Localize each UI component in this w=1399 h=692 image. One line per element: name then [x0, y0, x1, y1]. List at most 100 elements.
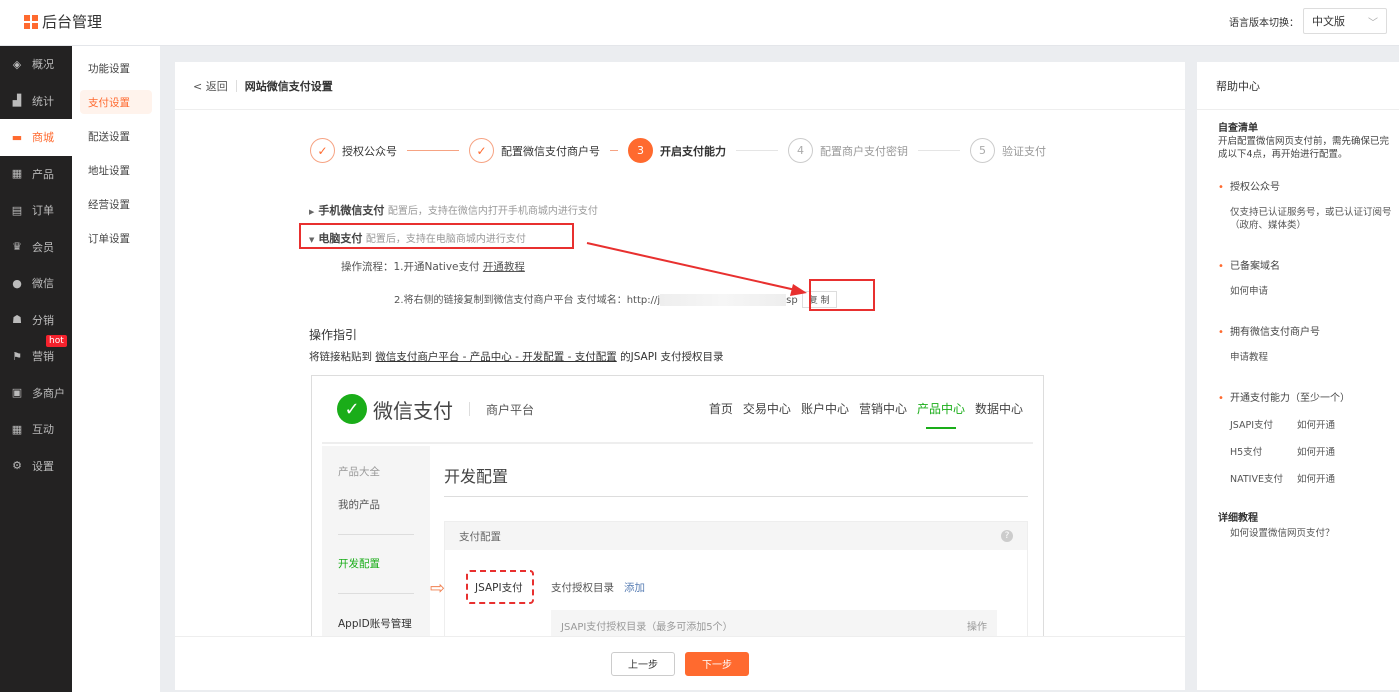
next-step-button[interactable]: 下一步	[685, 651, 749, 676]
guide-prefix: 将链接粘贴到	[309, 351, 372, 363]
tutorial-title: 详细教程	[1218, 513, 1258, 524]
wx-table-col: 操作	[967, 621, 987, 633]
wx-page-title: 开发配置	[444, 467, 509, 486]
sidebar-item-label: 订单	[32, 204, 54, 218]
wx-nav-item: 营销中心	[858, 401, 907, 416]
check-item: 开通支付能力（至少一个）	[1218, 392, 1399, 405]
language-select[interactable]: 中文版 ﹀	[1303, 8, 1387, 34]
chart-icon: ▟	[12, 94, 22, 108]
wx-left-item: 开发配置	[338, 558, 380, 570]
prev-step-button[interactable]: 上一步	[611, 651, 675, 676]
sidebar-item[interactable]: ▤ 订单	[0, 192, 72, 229]
layers-icon: ◈	[12, 57, 22, 71]
wx-nav-item: 交易中心	[742, 401, 791, 416]
sidebar-item[interactable]: ◈ 概况	[0, 46, 72, 83]
wx-nav: 首页 交易中心 账户中心 营销中心 产品中心 数据中心	[708, 400, 1023, 429]
check-item: 授权公众号	[1218, 181, 1399, 194]
sidebar-item-label: 概况	[32, 58, 54, 72]
divider	[469, 402, 470, 416]
logo-icon	[24, 14, 38, 29]
help-icon: ?	[1001, 530, 1013, 542]
crown-icon: ♛	[12, 240, 22, 254]
arrow-right-icon: ⇨	[430, 578, 446, 599]
sidebar-item-label: 互动	[32, 423, 54, 437]
sidebar-item[interactable]: ♛ 会员	[0, 229, 72, 266]
app-logo[interactable]: 后台管理	[24, 11, 102, 32]
pay-method-name: H5支付	[1230, 447, 1263, 458]
help-center: 帮助中心 自查清单 开启配置微信网页支付前，需先确保已完成以下4点，再开始进行配…	[1197, 62, 1399, 690]
apply-tutorial-link[interactable]: 申请教程	[1218, 351, 1399, 364]
how-to-enable-link[interactable]: 如何开通	[1297, 473, 1335, 486]
pay-method-row: JSAPI支付 如何开通	[1218, 419, 1399, 432]
wx-table-col: JSAPI支付授权目录（最多可添加5个）	[561, 621, 733, 633]
wx-table-head: JSAPI支付授权目录（最多可添加5个） 操作	[551, 610, 997, 636]
how-to-enable-link[interactable]: 如何开通	[1297, 446, 1335, 459]
wx-jsapi-label: JSAPI支付	[475, 582, 523, 594]
language-switcher: 语言版本切换： 中文版 ﹀	[1229, 8, 1387, 34]
subnav-item[interactable]: 订单设置	[80, 226, 152, 250]
subnav-item[interactable]: 配送设置	[80, 124, 152, 148]
guide-link[interactable]: 微信支付商户平台 - 产品中心 - 开发配置 - 支付配置	[375, 351, 616, 363]
pay-method-name: JSAPI支付	[1230, 420, 1274, 431]
subnav-item[interactable]: 支付设置	[80, 90, 152, 114]
guide-title: 操作指引	[309, 328, 358, 342]
sidebar-item-label: 统计	[32, 94, 54, 108]
subnav-item[interactable]: 地址设置	[80, 158, 152, 182]
tutorial-link[interactable]: 如何设置微信网页支付？	[1218, 527, 1399, 540]
subnav-item[interactable]: 功能设置	[80, 56, 152, 80]
wx-nav-item: 数据中心	[974, 401, 1023, 416]
apps-icon: ▦	[11, 422, 23, 436]
subnav-item[interactable]: 经营设置	[80, 192, 152, 216]
wx-panel-head: 支付配置?	[445, 522, 1027, 550]
wx-nav-item: 首页	[708, 401, 733, 416]
sidebar-item-label: 会员	[32, 240, 54, 254]
sidebar-item[interactable]: ⚙ 设置	[0, 448, 72, 485]
user-icon: ☗	[12, 313, 22, 327]
sidebar-item-label: 微信	[32, 277, 54, 291]
wx-add-link: 添加	[624, 582, 646, 594]
pay-method-name: NATIVE支付	[1230, 474, 1283, 485]
wx-pay-config-panel: 支付配置? JSAPI支付 支付授权目录 添加 JSAPI支付授权目录（最多可添…	[444, 521, 1028, 636]
language-label: 语言版本切换：	[1229, 17, 1299, 29]
wx-sub: 商户平台	[486, 402, 535, 417]
checklist-title: 自查清单	[1218, 123, 1258, 134]
sidebar-item[interactable]: ▣ 多商户	[0, 375, 72, 412]
pay-method-row: NATIVE支付 如何开通	[1218, 473, 1399, 486]
gear-icon: ⚙	[12, 459, 22, 473]
main-sidebar: ◈ 概况 ▟ 统计 ▬ 商城 ▦ 产品 ▤ 订单 ♛ 会员 ● 微信 ☗ 分销 ⚑ 营销 hot ▣ 多商户 ▦ 互动 ⚙ 设置	[0, 46, 72, 692]
hot-badge: hot	[46, 335, 67, 347]
check-item: 拥有微信支付商户号	[1218, 326, 1399, 339]
wechat-pay-logo-icon: ✓	[337, 394, 367, 424]
main-card: < 返回 网站微信支付设置 ✓ 授权公众号 ✓ 配置微信支付商户号 3 开启支付能力 4 配置商…	[175, 62, 1185, 690]
guide-suffix: 的JSAPI 支付授权目录	[620, 351, 724, 363]
wx-panel-title: 支付配置	[459, 530, 501, 543]
sidebar-item[interactable]: ▟ 统计	[0, 83, 72, 120]
checklist-desc: 开启配置微信网页支付前，需先确保已完成以下4点，再开始进行配置。	[1218, 136, 1390, 160]
sidebar-item[interactable]: ⚑ 营销 hot	[0, 335, 72, 375]
pay-method-row: H5支付 如何开通	[1218, 446, 1399, 459]
sidebar-item[interactable]: ▦ 产品	[0, 156, 72, 193]
how-to-enable-link[interactable]: 如何开通	[1297, 419, 1335, 432]
sidebar-item[interactable]: ▦ 互动	[0, 411, 72, 448]
grid-icon: ▦	[11, 167, 23, 181]
clipboard-icon: ▤	[11, 203, 23, 217]
top-header: 后台管理 语言版本切换： 中文版 ﹀	[0, 0, 1399, 46]
check-item: 已备案域名	[1218, 260, 1399, 273]
language-value: 中文版	[1312, 15, 1345, 28]
wx-left-item: 我的产品	[338, 499, 380, 511]
sidebar-item[interactable]: ● 微信	[0, 265, 72, 302]
flag-icon: ⚑	[12, 349, 22, 363]
divider	[338, 593, 414, 594]
store-icon: ▣	[11, 386, 23, 400]
wx-left-item: 产品大全	[338, 466, 380, 478]
help-title: 帮助中心	[1197, 62, 1399, 110]
wechat-icon: ●	[12, 276, 22, 290]
sidebar-item[interactable]: ▬ 商城	[0, 119, 72, 156]
sidebar-item-label: 产品	[32, 167, 54, 181]
card-footer: 上一步 下一步	[175, 636, 1185, 690]
chevron-down-icon: ﹀	[1368, 17, 1378, 29]
sidebar-item[interactable]: ☗ 分销	[0, 302, 72, 339]
divider	[444, 496, 1028, 497]
wx-left-item: AppID账号管理	[338, 618, 412, 630]
how-to-apply-link[interactable]: 如何申请	[1218, 285, 1399, 298]
